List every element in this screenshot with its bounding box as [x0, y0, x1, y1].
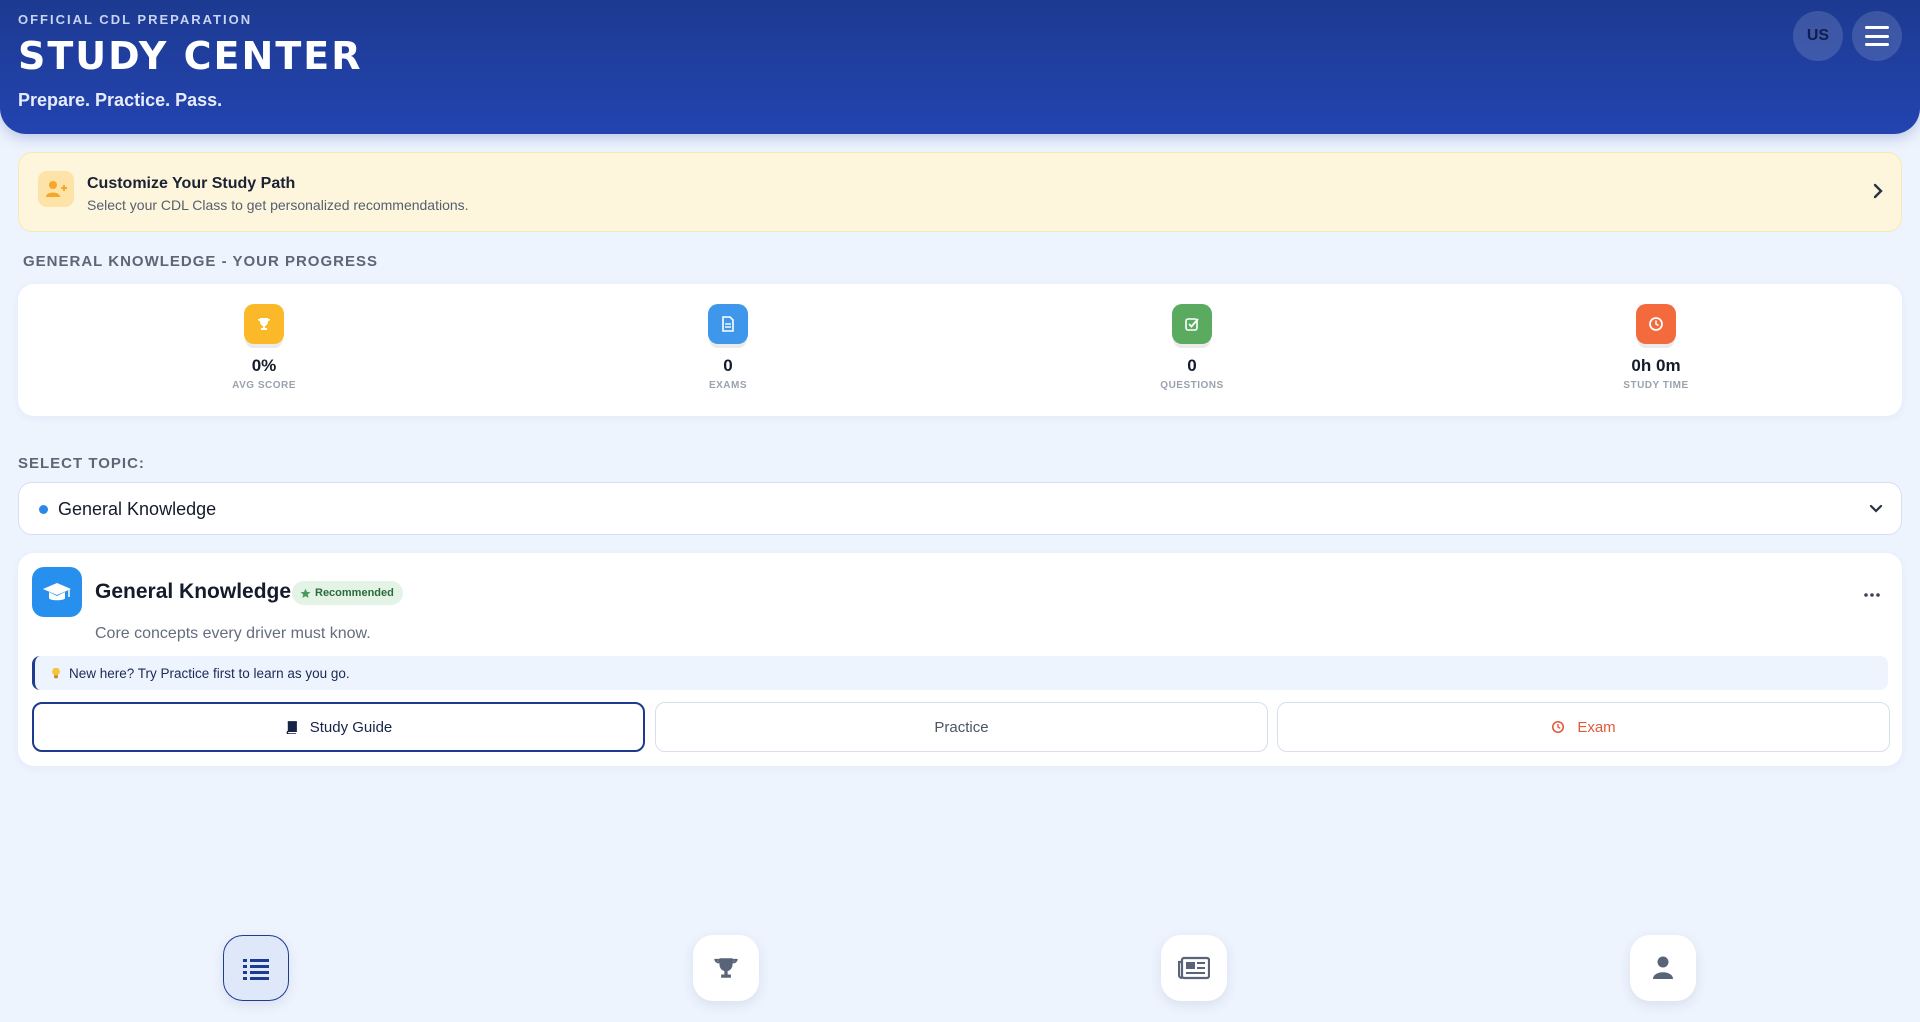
more-options-button[interactable] — [1864, 581, 1880, 602]
exam-label: Exam — [1577, 718, 1616, 736]
nav-achievements-button[interactable] — [693, 935, 759, 1001]
region-button[interactable]: US — [1793, 11, 1843, 61]
header-eyebrow: OFFICIAL CDL PREPARATION — [18, 12, 253, 27]
study-guide-button[interactable]: Study Guide — [32, 702, 645, 752]
ellipsis-icon — [1864, 593, 1880, 597]
page-title: STUDY CENTER — [18, 34, 363, 78]
nav-study-list-button[interactable] — [223, 935, 289, 1001]
chevron-right-icon — [1873, 183, 1883, 204]
customize-title: Customize Your Study Path — [87, 175, 296, 192]
progress-section-label: GENERAL KNOWLEDGE - YOUR PROGRESS — [23, 253, 378, 270]
stat-questions: 0 QUESTIONS — [1092, 304, 1292, 391]
graduation-cap-icon — [32, 567, 82, 617]
stat-avg-score: 0% AVG SCORE — [164, 304, 364, 391]
stat-label: QUESTIONS — [1160, 380, 1224, 391]
topic-dot-icon — [39, 505, 48, 514]
study-guide-label: Study Guide — [309, 718, 393, 736]
clock-icon — [1552, 720, 1565, 734]
tip-banner: New here? Try Practice first to learn as… — [32, 656, 1888, 690]
user-icon — [1653, 956, 1673, 979]
stat-value: 0h 0m — [1631, 356, 1681, 375]
stat-label: AVG SCORE — [232, 380, 296, 391]
stat-value: 0% — [251, 356, 277, 375]
topic-description: Core concepts every driver must know. — [95, 625, 371, 642]
chevron-down-icon — [1869, 501, 1883, 519]
stat-value: 0 — [1187, 356, 1197, 375]
hamburger-menu-icon — [1865, 26, 1889, 46]
topic-select[interactable]: General Knowledge — [18, 482, 1902, 535]
stat-value: 0 — [723, 356, 733, 375]
select-topic-label: SELECT TOPIC: — [18, 455, 145, 472]
header-tagline: Prepare. Practice. Pass. — [18, 90, 223, 110]
tip-text: New here? Try Practice first to learn as… — [69, 665, 350, 681]
star-icon — [300, 588, 311, 598]
topic-title: General Knowledge — [95, 580, 292, 603]
clock-icon — [1636, 304, 1676, 344]
customize-study-path-card[interactable]: Customize Your Study Path Select your CD… — [18, 152, 1902, 232]
exam-button[interactable]: Exam — [1277, 702, 1890, 752]
stat-label: STUDY TIME — [1623, 380, 1689, 391]
trophy-icon — [244, 304, 284, 344]
badge-label: Recommended — [315, 587, 394, 599]
user-plus-icon — [38, 171, 74, 207]
topic-card: General Knowledge Recommended Core conce… — [18, 553, 1902, 766]
recommended-badge: Recommended — [292, 581, 403, 605]
book-icon — [286, 720, 297, 734]
stat-label: EXAMS — [708, 380, 748, 391]
topic-select-value: General Knowledge — [58, 499, 217, 519]
customize-subtitle: Select your CDL Class to get personalize… — [87, 197, 469, 213]
newspaper-icon — [1178, 956, 1210, 980]
nav-profile-button[interactable] — [1630, 935, 1696, 1001]
document-icon — [708, 304, 748, 344]
menu-button[interactable] — [1852, 11, 1902, 61]
app-header: OFFICIAL CDL PREPARATION STUDY CENTER Pr… — [0, 0, 1920, 134]
practice-label: Practice — [934, 718, 989, 736]
list-icon — [243, 959, 269, 980]
trophy-icon — [714, 958, 738, 978]
progress-stats-card: 0% AVG SCORE 0 EXAMS 0 QUESTIONS 0h 0m S… — [18, 284, 1902, 416]
nav-news-button[interactable] — [1161, 935, 1227, 1001]
lightbulb-icon — [52, 667, 60, 678]
stat-exams: 0 EXAMS — [628, 304, 828, 391]
stat-study-time: 0h 0m STUDY TIME — [1556, 304, 1756, 391]
practice-button[interactable]: Practice — [655, 702, 1268, 752]
checkbox-icon — [1172, 304, 1212, 344]
